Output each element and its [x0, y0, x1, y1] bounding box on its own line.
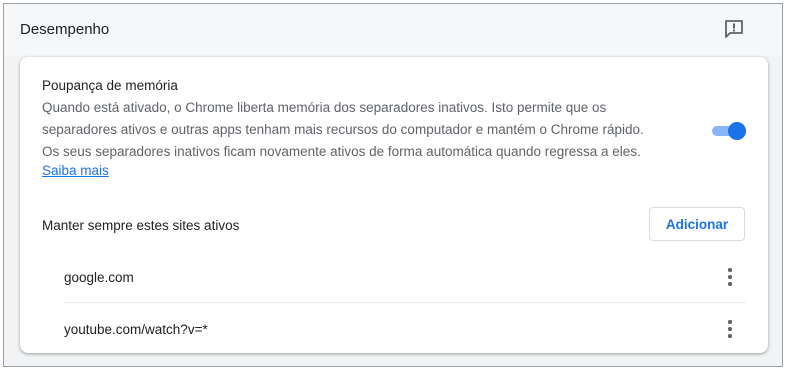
- page-title: Desempenho: [20, 21, 110, 38]
- memory-saver-description: Quando está ativado, o Chrome liberta me…: [42, 97, 692, 163]
- description-line: separadores ativos e outras apps tenham …: [42, 122, 644, 137]
- description-line: Os seus separadores inativos ficam novam…: [42, 144, 641, 159]
- more-options-icon[interactable]: [722, 266, 738, 288]
- site-label: youtube.com/watch?v=*: [64, 322, 208, 337]
- section-header: Desempenho: [4, 4, 782, 56]
- description-line: Quando está ativado, o Chrome liberta me…: [42, 100, 607, 115]
- learn-more-link[interactable]: Saiba mais: [42, 163, 109, 178]
- settings-window: Desempenho Poupança de memória Quando es…: [3, 3, 783, 367]
- add-site-button[interactable]: Adicionar: [649, 207, 745, 241]
- memory-saver-toggle[interactable]: [710, 121, 748, 141]
- feedback-icon[interactable]: [723, 18, 745, 40]
- toggle-knob: [728, 122, 746, 140]
- performance-card: Poupança de memória Quando está ativado,…: [20, 57, 768, 353]
- memory-saver-title: Poupança de memória: [42, 78, 178, 93]
- site-label: google.com: [64, 270, 134, 285]
- site-list-item: google.com: [64, 251, 746, 303]
- always-active-sites-header: Manter sempre estes sites ativos: [42, 218, 240, 233]
- site-list-item: youtube.com/watch?v=*: [64, 303, 746, 355]
- more-options-icon[interactable]: [722, 318, 738, 340]
